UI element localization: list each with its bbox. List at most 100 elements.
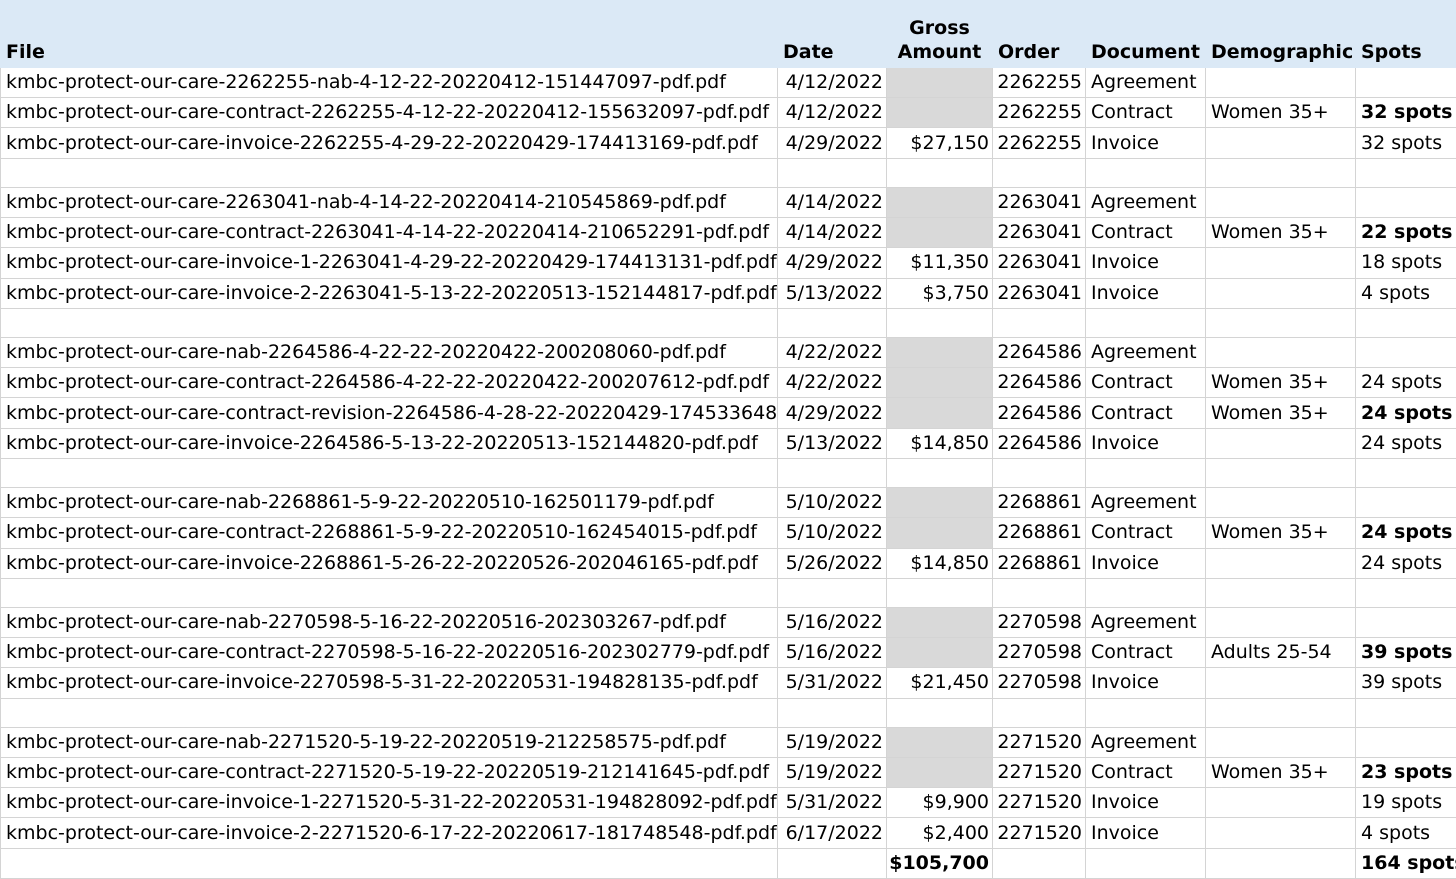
cell-order[interactable]: 2263041 — [992, 186, 1086, 219]
cell-document[interactable]: Contract — [1085, 757, 1206, 789]
cell-spots[interactable]: 4 spots — [1355, 817, 1456, 849]
cell-file[interactable]: kmbc-protect-our-care-invoice-2-2263041-… — [0, 277, 778, 309]
cell-demographic[interactable]: Women 35+ — [1205, 367, 1356, 399]
cell-spots-empty[interactable] — [1355, 577, 1456, 608]
cell-document[interactable]: Invoice — [1085, 127, 1206, 159]
cell-order[interactable]: 2270598 — [992, 667, 1086, 699]
cell-date-empty[interactable] — [777, 697, 887, 728]
cell-date[interactable]: 4/22/2022 — [777, 336, 887, 369]
cell-file[interactable]: kmbc-protect-our-care-contract-2263041-4… — [0, 217, 778, 249]
cell-order[interactable]: 2262255 — [992, 97, 1086, 129]
cell-gross-amount[interactable] — [886, 757, 993, 789]
cell-spots[interactable] — [1355, 726, 1456, 759]
cell-demographic[interactable] — [1205, 606, 1356, 639]
cell-spots[interactable]: 22 spots — [1355, 217, 1456, 249]
cell-spots[interactable]: 18 spots — [1355, 247, 1456, 279]
header-document[interactable]: Document — [1085, 0, 1206, 68]
cell-document-empty[interactable] — [1085, 577, 1206, 608]
cell-demographic[interactable] — [1205, 817, 1356, 849]
cell-date[interactable]: 4/12/2022 — [777, 97, 887, 129]
cell-spots[interactable] — [1355, 487, 1456, 519]
cell-date[interactable]: 6/17/2022 — [777, 817, 887, 849]
cell-spots[interactable]: 19 spots — [1355, 787, 1456, 819]
cell-document[interactable]: Contract — [1085, 517, 1206, 549]
cell-demographic[interactable] — [1205, 487, 1356, 519]
cell-spots-empty[interactable] — [1355, 157, 1456, 188]
cell-demographic[interactable] — [1205, 127, 1356, 159]
cell-document[interactable]: Agreement — [1085, 606, 1206, 639]
total-spots[interactable]: 164 spots — [1355, 848, 1456, 879]
cell-gross-amount-empty[interactable] — [886, 577, 993, 608]
header-demographic[interactable]: Demographic — [1205, 0, 1356, 68]
cell-file[interactable]: kmbc-protect-our-care-2263041-nab-4-14-2… — [0, 186, 778, 219]
header-spots[interactable]: Spots — [1355, 0, 1456, 68]
cell-date[interactable]: 5/19/2022 — [777, 726, 887, 759]
cell-order-empty[interactable] — [992, 457, 1086, 489]
cell-gross-amount-empty[interactable] — [886, 157, 993, 188]
cell-order-empty[interactable] — [992, 697, 1086, 728]
total-date-cell[interactable] — [777, 848, 887, 879]
cell-date[interactable]: 4/22/2022 — [777, 367, 887, 399]
cell-order[interactable]: 2268861 — [992, 517, 1086, 549]
cell-spots[interactable]: 24 spots — [1355, 397, 1456, 429]
cell-date-empty[interactable] — [777, 577, 887, 608]
cell-order[interactable]: 2271520 — [992, 726, 1086, 759]
cell-file[interactable]: kmbc-protect-our-care-2262255-nab-4-12-2… — [0, 66, 778, 99]
cell-date[interactable]: 5/31/2022 — [777, 667, 887, 699]
cell-demographic-empty[interactable] — [1205, 457, 1356, 489]
cell-order[interactable]: 2263041 — [992, 277, 1086, 309]
cell-order[interactable]: 2264586 — [992, 397, 1086, 429]
total-demographic-cell[interactable] — [1205, 848, 1356, 879]
total-gross-amount[interactable]: $105,700 — [886, 848, 993, 879]
cell-date[interactable]: 4/14/2022 — [777, 217, 887, 249]
cell-demographic[interactable]: Women 35+ — [1205, 517, 1356, 549]
cell-document[interactable]: Contract — [1085, 217, 1206, 249]
cell-file[interactable]: kmbc-protect-our-care-nab-2271520-5-19-2… — [0, 726, 778, 759]
cell-date-empty[interactable] — [777, 457, 887, 489]
cell-gross-amount[interactable] — [886, 606, 993, 639]
cell-file[interactable]: kmbc-protect-our-care-invoice-1-2271520-… — [0, 787, 778, 819]
cell-document[interactable]: Agreement — [1085, 66, 1206, 99]
cell-order-empty[interactable] — [992, 307, 1086, 338]
cell-file[interactable]: kmbc-protect-our-care-contract-2262255-4… — [0, 97, 778, 129]
cell-date[interactable]: 5/31/2022 — [777, 787, 887, 819]
cell-demographic-empty[interactable] — [1205, 307, 1356, 338]
cell-order[interactable]: 2264586 — [992, 336, 1086, 369]
cell-date[interactable]: 4/29/2022 — [777, 127, 887, 159]
cell-spots[interactable]: 32 spots — [1355, 127, 1456, 159]
cell-file[interactable]: kmbc-protect-our-care-nab-2264586-4-22-2… — [0, 336, 778, 369]
cell-document-empty[interactable] — [1085, 457, 1206, 489]
cell-file[interactable]: kmbc-protect-our-care-contract-2268861-5… — [0, 517, 778, 549]
header-file[interactable]: File — [0, 0, 778, 68]
cell-document[interactable]: Contract — [1085, 367, 1206, 399]
cell-gross-amount[interactable] — [886, 726, 993, 759]
total-document-cell[interactable] — [1085, 848, 1206, 879]
cell-demographic-empty[interactable] — [1205, 697, 1356, 728]
cell-file[interactable]: kmbc-protect-our-care-contract-2270598-5… — [0, 637, 778, 669]
cell-demographic[interactable] — [1205, 427, 1356, 459]
cell-file[interactable]: kmbc-protect-our-care-contract-revision-… — [0, 397, 778, 429]
cell-file[interactable]: kmbc-protect-our-care-invoice-2262255-4-… — [0, 127, 778, 159]
cell-document[interactable]: Agreement — [1085, 726, 1206, 759]
cell-document[interactable]: Invoice — [1085, 277, 1206, 309]
cell-demographic[interactable] — [1205, 787, 1356, 819]
header-date[interactable]: Date — [777, 0, 887, 68]
cell-gross-amount[interactable] — [886, 487, 993, 519]
cell-date[interactable]: 4/12/2022 — [777, 66, 887, 99]
cell-file-empty[interactable] — [0, 307, 778, 338]
cell-date[interactable]: 5/10/2022 — [777, 517, 887, 549]
cell-demographic[interactable]: Women 35+ — [1205, 217, 1356, 249]
cell-document[interactable]: Invoice — [1085, 547, 1206, 579]
cell-spots[interactable]: 24 spots — [1355, 517, 1456, 549]
cell-order[interactable]: 2263041 — [992, 217, 1086, 249]
cell-spots[interactable]: 39 spots — [1355, 637, 1456, 669]
cell-file[interactable]: kmbc-protect-our-care-nab-2270598-5-16-2… — [0, 606, 778, 639]
cell-gross-amount-empty[interactable] — [886, 307, 993, 338]
cell-file-empty[interactable] — [0, 457, 778, 489]
cell-gross-amount[interactable] — [886, 517, 993, 549]
cell-gross-amount[interactable]: $2,400 — [886, 817, 993, 849]
cell-spots[interactable] — [1355, 66, 1456, 99]
cell-gross-amount[interactable] — [886, 397, 993, 429]
cell-gross-amount[interactable] — [886, 367, 993, 399]
cell-spots[interactable]: 24 spots — [1355, 367, 1456, 399]
